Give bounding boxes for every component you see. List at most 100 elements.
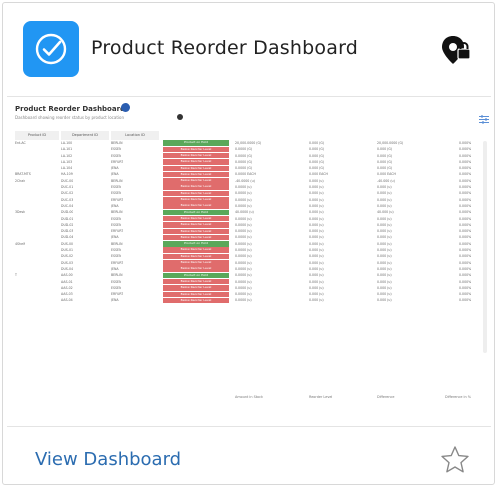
status-badge: Below Reorder Level — [163, 159, 229, 165]
status-badge: Below Reorder Level — [163, 228, 229, 235]
table-cell: 0.0000 (u) — [235, 216, 252, 221]
status-badge: Below Reorder Level — [163, 215, 229, 222]
table-cell: 0.000% — [459, 298, 472, 303]
table-cell: 0.000 (u) — [309, 285, 324, 290]
table-cell: 0.000 (G) — [309, 166, 325, 171]
table-cell: ESSEN — [111, 147, 122, 152]
table-cell: JENA — [111, 266, 119, 271]
footer-label: Difference — [377, 395, 395, 399]
table-cell: 0.0000 (u) — [235, 254, 252, 259]
table-cell: 0.000 (u) — [377, 292, 392, 297]
table-cell: 0.0000 (u) — [235, 197, 252, 202]
card-title: Product Reorder Dashboard — [91, 37, 359, 59]
table-cell: DUC-01 — [61, 185, 74, 190]
table-cell: 0.000 (G) — [377, 166, 393, 171]
view-dashboard-link[interactable]: View Dashboard — [35, 449, 181, 470]
table-cell: -40.0000 (u) — [235, 178, 255, 183]
table-cell: 0.000 EACH — [377, 172, 396, 177]
table-cell: 0.000 (G) — [377, 159, 393, 164]
table-cell: ERFURT — [111, 197, 124, 202]
table-cell: AAS-02 — [61, 285, 73, 290]
table-body: Ent-AC LA-100 BERLIN 20,000.0000 (G) 0.000 (… — [13, 140, 481, 304]
table-cell: Ent-AC — [15, 141, 26, 145]
table-cell: 0.000% — [459, 185, 472, 190]
table-cell: AAS-00 — [61, 273, 73, 278]
table-cell: 20,000.0000 (G) — [377, 141, 404, 145]
table-cell: 0.000 (u) — [377, 279, 392, 284]
table-cell: 0.000 (u) — [309, 229, 324, 234]
table-cell: 0.000 (G) — [377, 153, 393, 158]
table-cell: 0.000 (u) — [309, 178, 324, 183]
status-badge: Below Reorder Level — [163, 171, 229, 178]
table-cell: 0.000 (u) — [309, 241, 324, 246]
table-cell: JENA — [111, 166, 119, 171]
table-cell: 0.000 (u) — [309, 260, 324, 265]
status-badge: Below Reorder Level — [163, 278, 229, 285]
table-cell: 0.0000 (u) — [235, 266, 252, 271]
table-cell: DUD-01 — [61, 216, 74, 221]
table-cell: 0.000 (u) — [309, 292, 324, 297]
table-cell: DUD-04 — [61, 235, 74, 240]
table-cell: 0.000% — [459, 210, 472, 215]
table-cell: 0.000 (u) — [377, 248, 392, 253]
table-cell: 0.000% — [459, 178, 472, 183]
table-cell: 3Desk — [15, 210, 25, 215]
table-cell: AAS-03 — [61, 292, 73, 297]
table-cell: 0.000% — [459, 197, 472, 202]
table-cell: 0.000 (u) — [309, 210, 324, 215]
dashboard-card[interactable]: Product Reorder Dashboard Product Reorde… — [2, 2, 495, 485]
table-cell: 0.000 (u) — [377, 216, 392, 221]
table-cell: 0.0000 (u) — [235, 185, 252, 190]
table-cell: 2Chair — [15, 178, 26, 183]
status-badge: Below Reorder Level — [163, 285, 229, 291]
table-cell: BERLIN — [111, 210, 123, 215]
table-cell: 0.000 (u) — [309, 298, 324, 303]
card-header: Product Reorder Dashboard — [3, 3, 494, 95]
table-cell: 0.0000 (u) — [235, 273, 252, 278]
table-cell: 0.000 (u) — [309, 191, 324, 196]
table-cell: 0.0000 (u) — [235, 191, 252, 196]
table-cell: 40.000 (u) — [377, 210, 394, 215]
table-cell: 0.000 (G) — [309, 147, 325, 152]
table-cell: ESSEN — [111, 248, 122, 253]
table-cell: 0.0000 (u) — [235, 248, 252, 253]
table-cell: 0.000% — [459, 166, 472, 171]
card-footer: View Dashboard — [3, 428, 494, 486]
table-cell: DUD-00 — [61, 210, 74, 215]
table-cell: 0.0000 (u) — [235, 203, 252, 208]
status-badge: Below Reorder Level — [163, 178, 229, 184]
dashboard-thumbnail[interactable]: Product Reorder Dashboard Dashboard show… — [7, 96, 491, 427]
table-cell: 0.000% — [459, 241, 472, 246]
settings-icon — [177, 114, 183, 120]
table-cell: ESSEN — [111, 185, 122, 190]
status-badge: Product on Hold — [163, 209, 229, 216]
star-outline-icon[interactable] — [439, 444, 471, 480]
table-cell: AAS-04 — [61, 298, 73, 303]
table-cell: 0.0000 (G) — [235, 166, 253, 171]
table-cell: 0.000% — [459, 203, 472, 208]
filter-icon — [479, 109, 489, 128]
table-cell: DUD-03 — [61, 229, 74, 234]
table-cell: LA-104 — [61, 166, 73, 171]
column-header: Location ID — [111, 131, 159, 140]
table-cell: 0.000 (u) — [377, 254, 392, 259]
table-cell: HA-109 — [61, 172, 73, 177]
table-cell: 0.0000 (u) — [235, 279, 252, 284]
table-cell: 40.0000 (u) — [235, 210, 254, 215]
footer-label: Amount in Stock — [235, 395, 263, 399]
table-cell: 0.000 (u) — [309, 222, 324, 227]
table-cell: BERLIN — [111, 178, 123, 183]
table-cell: 0.0000 EACH — [235, 172, 256, 177]
table-cell: 0.000% — [459, 273, 472, 278]
status-badge: Below Reorder Level — [163, 266, 229, 272]
table-footer: Amount in Stock Reorder Level Difference… — [13, 395, 481, 403]
table-cell: 0.000% — [459, 279, 472, 284]
table-cell: ERFURT — [111, 292, 124, 297]
table-cell: DUC-04 — [61, 203, 74, 208]
thumbnail-table: Product ID Department ID Location ID Ent… — [13, 131, 481, 399]
table-cell: 0.000% — [459, 235, 472, 240]
table-cell: 0.000 (u) — [377, 185, 392, 190]
table-cell: 0.000 (u) — [309, 254, 324, 259]
table-cell: ERFURT — [111, 229, 124, 234]
table-cell: ERFURT — [111, 159, 124, 164]
